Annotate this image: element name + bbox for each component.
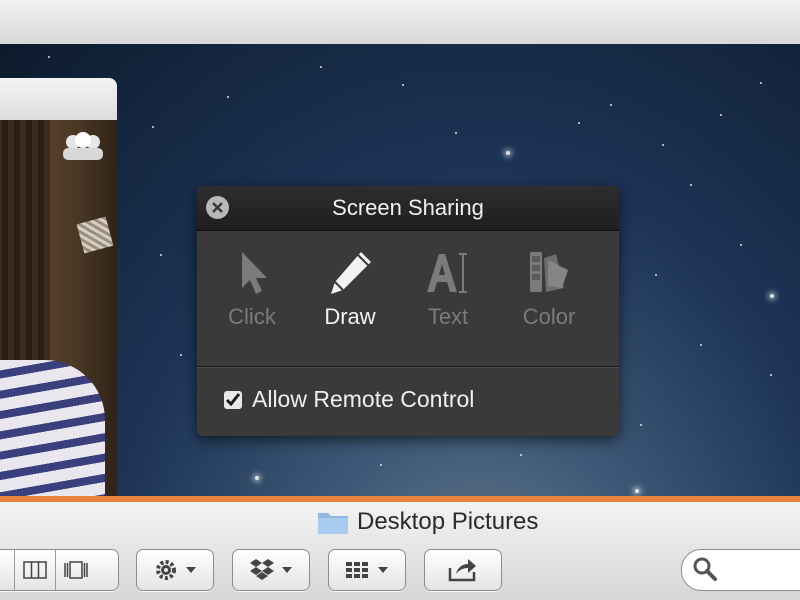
tool-label-draw: Draw xyxy=(324,304,376,329)
allow-remote-control-label: Allow Remote Control xyxy=(252,386,475,412)
dropbox-icon xyxy=(250,559,274,580)
cursor-arrow-icon xyxy=(242,252,267,294)
close-icon xyxy=(212,202,223,213)
close-button[interactable] xyxy=(206,196,229,219)
share-icon xyxy=(448,559,476,582)
allow-remote-control-checkbox[interactable]: Allow Remote Control xyxy=(224,386,474,413)
panel-header: Screen Sharing xyxy=(197,186,619,231)
tool-label-color: Color xyxy=(522,304,576,329)
pencil-icon xyxy=(331,252,371,294)
color-swatch-icon xyxy=(530,252,568,292)
tool-label-click: Click xyxy=(228,304,276,329)
text-tool-icon xyxy=(427,253,467,293)
gear-icon xyxy=(156,560,176,580)
arrange-menu-button[interactable] xyxy=(328,549,406,591)
action-menu-button[interactable] xyxy=(136,549,214,591)
people-icon[interactable] xyxy=(59,130,107,162)
columns-icon xyxy=(22,561,47,579)
panel-title: Screen Sharing xyxy=(332,195,484,220)
chevron-down-icon xyxy=(282,567,292,573)
tool-click[interactable]: Click xyxy=(202,238,302,330)
checkmark-icon xyxy=(225,392,241,406)
tool-label-text: Text xyxy=(427,304,469,329)
view-coverflow-button[interactable] xyxy=(56,550,96,590)
folder-icon xyxy=(318,513,348,534)
dropbox-menu-button[interactable] xyxy=(232,549,310,591)
video-window-titlebar[interactable] xyxy=(0,78,117,121)
checkbox[interactable] xyxy=(224,390,242,409)
video-window[interactable] xyxy=(0,78,117,498)
video-feed xyxy=(0,120,117,498)
finder-window: Desktop Pictures xyxy=(0,502,800,600)
top-window-titlebar xyxy=(0,0,800,45)
coverflow-icon xyxy=(63,561,88,579)
finder-window-title: Desktop Pictures xyxy=(317,508,538,536)
view-buttons-group xyxy=(0,549,119,591)
chevron-down-icon xyxy=(186,567,196,573)
tool-row: Click Draw Text Color xyxy=(197,238,619,348)
arrange-grid-icon xyxy=(346,562,368,578)
view-columns-button[interactable] xyxy=(13,550,56,590)
folder-name: Desktop Pictures xyxy=(357,508,539,535)
panel-divider xyxy=(197,366,619,368)
screen-sharing-panel: Screen Sharing Click Draw Text Color All… xyxy=(197,186,619,436)
search-field[interactable] xyxy=(681,549,800,591)
share-button[interactable] xyxy=(424,549,502,591)
tool-draw[interactable]: Draw xyxy=(300,238,400,330)
tool-text[interactable]: Text xyxy=(398,238,498,330)
chevron-down-icon xyxy=(378,567,388,573)
tool-color[interactable]: Color xyxy=(499,238,599,330)
search-icon xyxy=(693,557,717,581)
